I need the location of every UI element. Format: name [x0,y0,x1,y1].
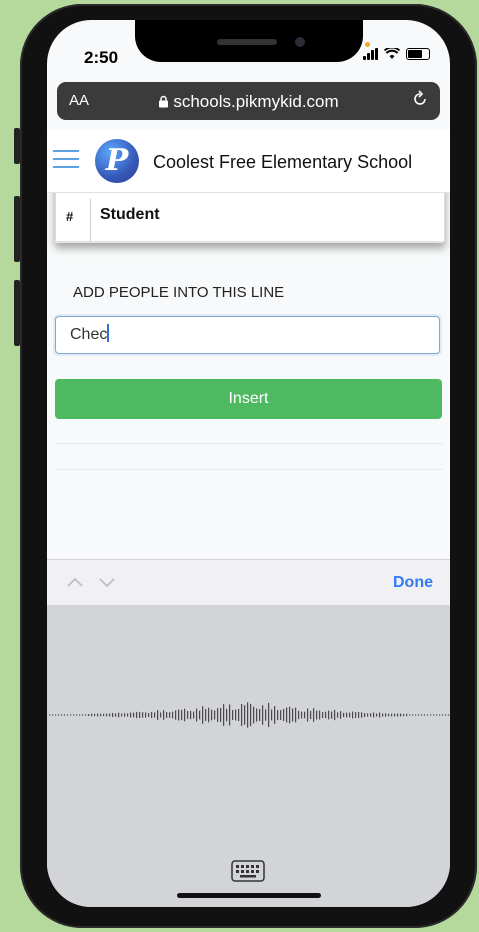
chevron-down-icon[interactable] [97,572,117,592]
address-text: schools.pikmykid.com [57,92,440,112]
insert-button[interactable]: Insert [55,379,442,419]
wifi-icon [384,48,400,59]
text-caret [107,324,110,342]
keyboard-toolbar: Done [47,559,450,606]
divider [55,469,443,470]
home-indicator [177,893,321,898]
cellular-signal-icon [363,48,378,60]
keyboard-icon[interactable] [231,860,265,882]
status-time: 2:50 [84,48,119,67]
divider [55,242,443,243]
volume-up-button [14,196,20,262]
browser-address-bar[interactable]: AA schools.pikmykid.com [57,82,440,120]
chevron-up-icon[interactable] [65,572,85,592]
column-divider [90,199,91,241]
add-people-input[interactable]: Chec [55,316,440,354]
battery-icon [406,48,430,60]
status-icons [363,48,430,60]
column-header-number: # [66,209,74,224]
school-name: Coolest Free Elementary School [153,152,413,172]
notch [135,20,363,62]
hamburger-menu-icon[interactable] [53,150,79,174]
divider [55,443,443,444]
app-header: P Coolest Free Elementary School [47,130,450,193]
mic-indicator-dot [365,42,370,47]
speaker [217,39,277,45]
camera [295,37,305,47]
done-button[interactable]: Done [393,574,433,592]
dictation-waveform [49,702,450,728]
input-value: Chec [70,326,108,343]
lock-icon [159,95,169,108]
app-logo: P [95,139,139,183]
mute-switch [14,128,20,164]
url: schools.pikmykid.com [173,92,339,111]
add-people-label: ADD PEOPLE INTO THIS LINE [73,284,285,301]
reload-icon[interactable] [410,89,430,109]
volume-down-button [14,280,20,346]
dictation-panel [47,605,450,907]
column-header-student: Student [100,206,160,223]
phone-screen: 2:50 AA schools.pikmykid.com # Student P… [47,20,450,907]
